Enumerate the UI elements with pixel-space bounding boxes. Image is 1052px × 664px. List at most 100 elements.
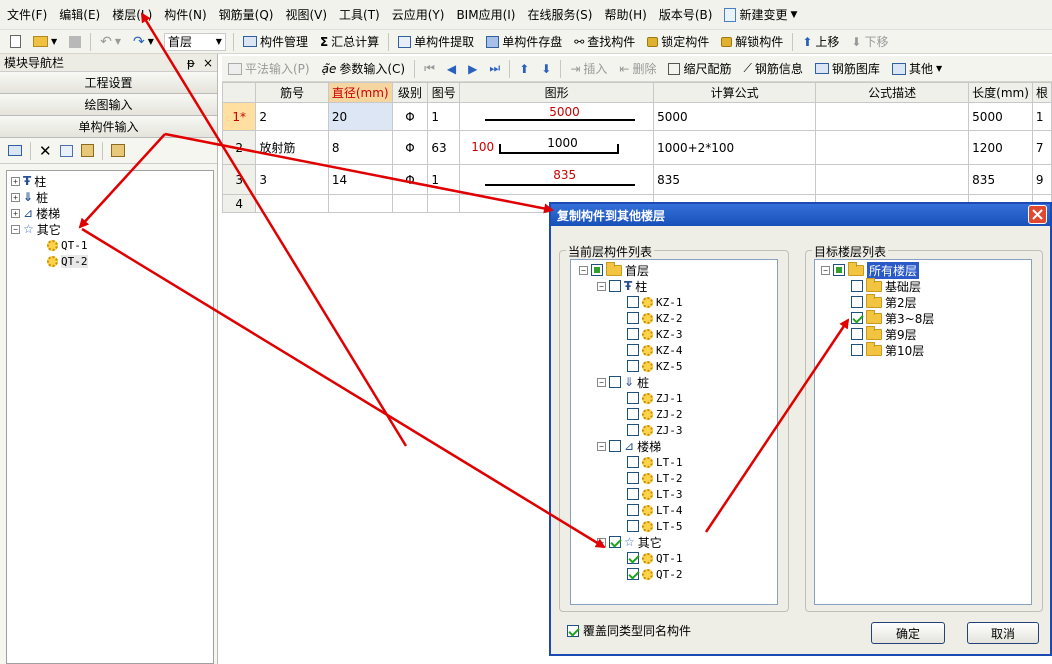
unlock-component-button[interactable]: 解锁构件 xyxy=(715,31,789,53)
next-record-button[interactable]: ▶ xyxy=(462,58,483,80)
cell-grade[interactable]: Φ xyxy=(391,130,429,165)
grid-header[interactable]: 计算公式 xyxy=(653,82,817,103)
tree-item[interactable]: 基础层 xyxy=(839,277,921,294)
tree-item[interactable]: LT-3 xyxy=(615,486,683,502)
menu-help[interactable]: 帮助(H) xyxy=(601,6,655,23)
menu-tools[interactable]: 工具(T) xyxy=(336,6,389,23)
delete-row-button[interactable]: ⇤ 删除 xyxy=(613,58,662,80)
open-file-button[interactable]: ▼ xyxy=(27,31,63,53)
expand-icon[interactable]: + xyxy=(11,192,20,202)
menu-view[interactable]: 视图(V) xyxy=(282,6,336,23)
tree-checkbox[interactable] xyxy=(851,312,863,324)
cell-figure-no[interactable]: 63 xyxy=(427,130,461,165)
find-component-button[interactable]: ⚯ 查找构件 xyxy=(568,31,641,53)
delete-icon[interactable]: ✕ xyxy=(39,142,52,160)
tree-checkbox[interactable] xyxy=(627,312,639,324)
tree-node-qt2[interactable]: QT-2 xyxy=(7,253,213,269)
summary-calc-button[interactable]: Σ 汇总计算 xyxy=(314,31,385,53)
tree-item[interactable]: LT-5 xyxy=(615,518,683,534)
cell-length[interactable]: 1200 xyxy=(968,130,1033,165)
tree-checkbox[interactable] xyxy=(627,392,639,404)
expand-icon[interactable]: − xyxy=(597,441,606,451)
close-button[interactable] xyxy=(1028,205,1047,224)
tree-checkbox[interactable] xyxy=(851,328,863,340)
tree-item[interactable]: 第2层 xyxy=(839,293,917,310)
tree-node-pile[interactable]: + ⇓ 桩 xyxy=(7,189,213,205)
tree-checkbox[interactable] xyxy=(609,440,621,452)
tree-item[interactable]: LT-4 xyxy=(615,502,683,518)
grid-header[interactable]: 根 xyxy=(1031,82,1052,103)
cell-count[interactable]: 1 xyxy=(1031,102,1052,131)
tree-checkbox[interactable] xyxy=(627,504,639,516)
tree-checkbox[interactable] xyxy=(851,296,863,308)
pin-icon[interactable]: ᵽ xyxy=(187,56,195,70)
tree-checkbox[interactable] xyxy=(627,424,639,436)
extract-component-button[interactable]: 单构件提取 xyxy=(392,31,480,53)
cell-shape[interactable]: 100 1000 xyxy=(459,130,655,165)
row-down-button[interactable]: ⬇ xyxy=(535,58,557,80)
tree-node-column[interactable]: + Ŧ 柱 xyxy=(7,173,213,189)
grid-header[interactable]: 图号 xyxy=(427,82,461,103)
grid-header[interactable]: 筋号 xyxy=(255,82,329,103)
copy-to-floor-icon[interactable] xyxy=(110,144,125,157)
table-row[interactable]: 1* 2 20 Φ 1 5000 5000 5000 1 xyxy=(221,102,1052,131)
cell-formula[interactable]: 835 xyxy=(653,164,817,195)
row-number[interactable]: 4 xyxy=(221,194,257,213)
tree-item[interactable]: ZJ-2 xyxy=(615,406,683,422)
menu-file[interactable]: 文件(F) xyxy=(4,6,56,23)
nav-drawing-input[interactable]: 绘图输入 xyxy=(0,94,217,116)
grid-header[interactable]: 公式描述 xyxy=(815,82,970,103)
copy-icon[interactable] xyxy=(59,144,73,157)
grid-header[interactable]: 长度(mm) xyxy=(968,82,1033,103)
param-input-button[interactable]: ạ̃e 参数输入(C) xyxy=(316,58,412,80)
tree-item[interactable]: LT-2 xyxy=(615,470,683,486)
expand-icon[interactable]: − xyxy=(597,281,606,291)
tree-item[interactable]: LT-1 xyxy=(615,454,683,470)
menu-component[interactable]: 构件(N) xyxy=(161,6,215,23)
move-up-button[interactable]: ⬆ 上移 xyxy=(796,31,845,53)
tree-checkbox[interactable] xyxy=(591,264,603,276)
floor-select[interactable]: 首层 ▼ xyxy=(163,32,226,51)
grid-header[interactable]: 级别 xyxy=(391,82,429,103)
cell-bar-no[interactable] xyxy=(255,194,329,213)
tree-item[interactable]: QT-2 xyxy=(615,566,683,582)
menu-edit[interactable]: 编辑(E) xyxy=(56,6,109,23)
nav-project-settings[interactable]: 工程设置 xyxy=(0,72,217,94)
tree-item[interactable]: KZ-3 xyxy=(615,326,683,342)
insert-button[interactable]: ⇥ 插入 xyxy=(564,58,613,80)
menu-new-change[interactable]: 新建变更 ▼ xyxy=(721,6,806,23)
grid-header[interactable]: 直径(mm) xyxy=(327,82,393,103)
expand-icon[interactable]: + xyxy=(11,176,20,186)
tree-item[interactable]: − ⇓ 桩 xyxy=(597,374,649,390)
tree-checkbox[interactable] xyxy=(609,536,621,548)
tree-item[interactable]: KZ-1 xyxy=(615,294,683,310)
properties-icon[interactable] xyxy=(8,145,22,156)
tree-checkbox[interactable] xyxy=(627,408,639,420)
cell-diameter[interactable] xyxy=(327,194,393,213)
save-button[interactable] xyxy=(63,31,87,53)
menu-version[interactable]: 版本号(B) xyxy=(656,6,722,23)
rebar-library-button[interactable]: 钢筋图库 xyxy=(809,58,886,80)
tree-item[interactable]: KZ-2 xyxy=(615,310,683,326)
menu-floor[interactable]: 楼层(L) xyxy=(109,6,161,23)
override-option[interactable]: 覆盖同类型同名构件 xyxy=(567,622,691,639)
menu-bim[interactable]: BIM应用(I) xyxy=(453,6,524,23)
cell-grade[interactable]: Φ xyxy=(391,102,429,131)
tree-checkbox[interactable] xyxy=(833,264,845,276)
redo-button[interactable]: ↷ ▼ xyxy=(127,31,160,53)
row-number[interactable]: 3 xyxy=(221,164,257,195)
tree-checkbox[interactable] xyxy=(627,456,639,468)
tree-item[interactable]: 第3~8层 xyxy=(839,309,934,326)
cell-figure-no[interactable]: 1 xyxy=(427,164,461,195)
cell-length[interactable]: 5000 xyxy=(968,102,1033,131)
cell-grade[interactable]: Φ xyxy=(391,164,429,195)
tree-checkbox[interactable] xyxy=(609,376,621,388)
menu-rebar-qty[interactable]: 钢筋量(Q) xyxy=(216,6,283,23)
cell-formula[interactable]: 1000+2*100 xyxy=(653,130,817,165)
cell-diameter[interactable]: 20 xyxy=(327,102,393,131)
cell-count[interactable]: 7 xyxy=(1031,130,1052,165)
scale-rebar-button[interactable]: 缩尺配筋 xyxy=(662,58,737,80)
menu-cloud[interactable]: 云应用(Y) xyxy=(389,6,454,23)
tree-item[interactable]: − 所有楼层 xyxy=(821,261,920,279)
tree-item[interactable]: 第10层 xyxy=(839,341,924,358)
